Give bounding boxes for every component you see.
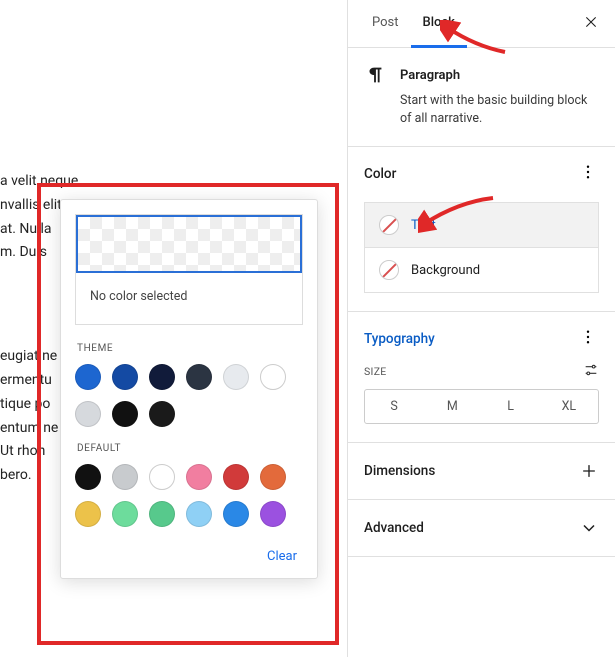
color-picker-popover: No color selected THEME DEFAULT Clear — [60, 199, 318, 579]
size-m-button[interactable]: M — [423, 390, 481, 423]
color-swatch[interactable] — [260, 501, 286, 527]
default-palette — [75, 464, 303, 527]
typography-options-button[interactable] — [577, 326, 599, 352]
color-swatch[interactable] — [223, 464, 249, 490]
close-inspector-button[interactable] — [579, 10, 603, 38]
color-preview: No color selected — [75, 214, 303, 325]
clear-color-button[interactable]: Clear — [75, 543, 303, 568]
typography-panel: Typography SIZE S M L XL — [348, 312, 615, 443]
close-icon — [583, 14, 599, 30]
background-color-label: Background — [411, 263, 480, 278]
color-swatch[interactable] — [112, 501, 138, 527]
color-swatch[interactable] — [75, 464, 101, 490]
plus-icon — [579, 461, 599, 481]
color-swatch[interactable] — [186, 501, 212, 527]
block-summary: Paragraph Start with the basic building … — [348, 48, 615, 147]
paragraph-icon — [364, 64, 386, 86]
text-color-label: Text — [411, 218, 436, 233]
transparent-swatch-icon — [379, 260, 399, 280]
color-options-button[interactable] — [577, 161, 599, 187]
background-color-button[interactable]: Background — [364, 247, 599, 293]
color-panel-title: Color — [364, 166, 396, 182]
inspector-tabs: Post Block — [348, 0, 615, 48]
color-swatch[interactable] — [112, 464, 138, 490]
size-label: SIZE — [364, 365, 387, 378]
theme-palette — [75, 364, 303, 427]
color-swatch[interactable] — [75, 401, 101, 427]
size-l-button[interactable]: L — [482, 390, 540, 423]
theme-palette-label: THEME — [77, 343, 303, 354]
sliders-icon — [583, 362, 599, 378]
chevron-down-icon — [579, 518, 599, 538]
color-swatch[interactable] — [149, 501, 175, 527]
color-swatch[interactable] — [260, 364, 286, 390]
dimensions-panel-toggle[interactable]: Dimensions — [348, 443, 615, 500]
advanced-label: Advanced — [364, 520, 424, 536]
block-description: Start with the basic building block of a… — [400, 92, 599, 128]
ellipsis-vertical-icon — [579, 163, 597, 181]
color-swatch[interactable] — [186, 464, 212, 490]
font-size-group: S M L XL — [364, 389, 599, 424]
color-swatch[interactable] — [223, 364, 249, 390]
default-palette-label: DEFAULT — [77, 443, 303, 454]
advanced-panel-toggle[interactable]: Advanced — [348, 500, 615, 557]
color-swatch[interactable] — [149, 464, 175, 490]
typography-panel-title[interactable]: Typography — [364, 331, 435, 347]
tab-block[interactable]: Block — [411, 0, 467, 48]
color-swatch[interactable] — [223, 501, 249, 527]
no-color-label: No color selected — [76, 273, 302, 324]
text-color-button[interactable]: Text — [364, 202, 599, 248]
color-swatch[interactable] — [112, 401, 138, 427]
color-panel: Color Text Background — [348, 147, 615, 312]
color-swatch[interactable] — [260, 464, 286, 490]
size-settings-button[interactable] — [583, 362, 599, 381]
color-swatch[interactable] — [186, 364, 212, 390]
custom-color-button[interactable] — [76, 215, 302, 273]
transparent-swatch-icon — [379, 215, 399, 235]
dimensions-label: Dimensions — [364, 463, 435, 479]
block-title: Paragraph — [400, 68, 460, 83]
color-swatch[interactable] — [75, 501, 101, 527]
color-swatch[interactable] — [75, 364, 101, 390]
size-xl-button[interactable]: XL — [540, 390, 598, 423]
inspector-sidebar: Post Block Paragraph Start with the basi… — [347, 0, 615, 657]
tab-post[interactable]: Post — [360, 0, 411, 48]
color-swatch[interactable] — [149, 401, 175, 427]
size-s-button[interactable]: S — [365, 390, 423, 423]
color-swatch[interactable] — [149, 364, 175, 390]
color-swatch[interactable] — [112, 364, 138, 390]
ellipsis-vertical-icon — [579, 328, 597, 346]
